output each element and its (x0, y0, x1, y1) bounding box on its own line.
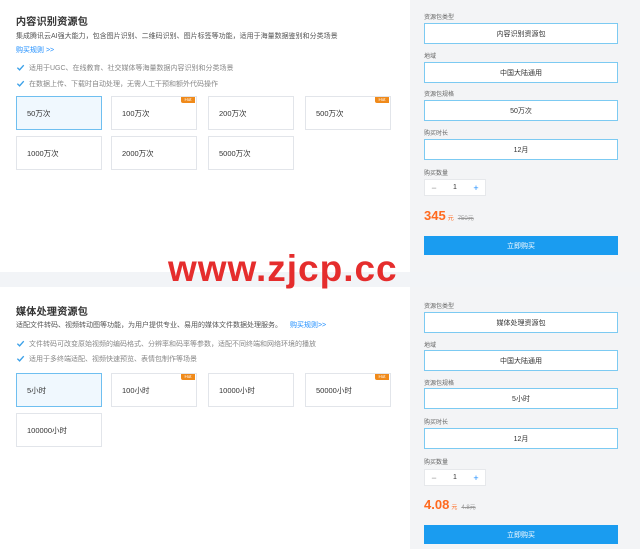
feature-item: 文件转码可改变原始视频的编码格式、分辨率和码率等参数，适配不同终端和网络环境的播… (16, 338, 316, 349)
plus-button[interactable]: + (467, 470, 485, 485)
spec-option-5000w[interactable]: 5000万次 (208, 136, 294, 170)
spec-label: 资源包规格 (424, 381, 455, 387)
type-label: 资源包类型 (424, 15, 455, 21)
section-title: 内容识别资源包 (16, 17, 89, 28)
feature-item: 适用于UGC、在线教育、社交媒体等海量数据内容识别和分类场景 (16, 62, 234, 73)
option-label: 200万次 (219, 108, 247, 118)
type-select[interactable]: 媒体处理资源包 (424, 312, 618, 333)
section-desc: 适配文件转码、视频转动图等功能，为用户提供专业、易用的媒体文件数据处理服务。 购… (16, 321, 326, 331)
region-select[interactable]: 中国大陆通用 (424, 62, 618, 83)
spec-option-500w[interactable]: 500万次 Hot (305, 96, 391, 130)
duration-label: 购买时长 (424, 131, 449, 137)
option-label: 50000小时 (316, 385, 352, 395)
spec-option-5h[interactable]: 5小时 (16, 373, 102, 407)
buy-now-button[interactable]: 立即购买 (424, 525, 618, 544)
quantity-value[interactable]: 1 (443, 474, 467, 481)
spec-select[interactable]: 50万次 (424, 100, 618, 121)
feature-item: 在数据上传、下载时自动处理，无需人工干预和额外代码操作 (16, 78, 218, 89)
hot-badge: Hot (181, 374, 195, 380)
check-icon (16, 64, 25, 71)
hot-badge: Hot (181, 97, 195, 103)
feature-item: 适用于多终端适配、视频快速预览、表情包制作等场景 (16, 353, 197, 364)
quantity-label: 购买数量 (424, 460, 449, 466)
price-display: 345 元 750元 (424, 208, 474, 223)
spec-option-100000h[interactable]: 100000小时 (16, 413, 102, 447)
original-price: 750元 (457, 216, 474, 222)
price-display: 4.08 元 4.8元 (424, 497, 476, 512)
quantity-label: 购买数量 (424, 171, 449, 177)
feature-text: 在数据上传、下载时自动处理，无需人工干预和额外代码操作 (29, 80, 218, 88)
region-label: 地域 (424, 54, 437, 60)
media-processing-info: 媒体处理资源包 适配文件转码、视频转动图等功能，为用户提供专业、易用的媒体文件数… (0, 287, 410, 549)
type-label: 资源包类型 (424, 304, 455, 310)
option-label: 500万次 (316, 108, 344, 118)
option-label: 100小时 (122, 385, 150, 395)
spec-option-100w[interactable]: 100万次 Hot (111, 96, 197, 130)
hot-badge: Hot (375, 374, 389, 380)
spec-option-50000h[interactable]: 50000小时 Hot (305, 373, 391, 407)
option-label: 10000小时 (219, 385, 255, 395)
feature-text: 适用于UGC、在线教育、社交媒体等海量数据内容识别和分类场景 (29, 64, 234, 72)
quantity-stepper: − 1 + (424, 469, 486, 486)
option-label: 2000万次 (122, 148, 154, 158)
spec-select[interactable]: 5小时 (424, 388, 618, 409)
spec-option-50w[interactable]: 50万次 (16, 96, 102, 130)
buy-now-button[interactable]: 立即购买 (424, 236, 618, 255)
feature-text: 适用于多终端适配、视频快速预览、表情包制作等场景 (29, 355, 197, 363)
minus-button[interactable]: − (425, 180, 443, 195)
region-select[interactable]: 中国大陆通用 (424, 350, 618, 371)
hot-badge: Hot (375, 97, 389, 103)
minus-button[interactable]: − (425, 470, 443, 485)
page: 内容识别资源包 集成腾讯云AI强大能力，包含图片识别、二维码识别、图片标签等功能… (0, 0, 640, 549)
media-processing-section: 媒体处理资源包 适配文件转码、视频转动图等功能，为用户提供专业、易用的媒体文件数… (0, 287, 640, 549)
option-label: 100000小时 (27, 425, 68, 435)
feature-text: 文件转码可改变原始视频的编码格式、分辨率和码率等参数，适配不同终端和网络环境的播… (29, 340, 316, 348)
spec-option-10000h[interactable]: 10000小时 (208, 373, 294, 407)
option-label: 1000万次 (27, 148, 59, 158)
check-icon (16, 340, 25, 347)
option-label: 5000万次 (219, 148, 251, 158)
content-recognition-section: 内容识别资源包 集成腾讯云AI强大能力，包含图片识别、二维码识别、图片标签等功能… (0, 0, 640, 272)
quantity-value[interactable]: 1 (443, 184, 467, 191)
media-processing-order-panel: 资源包类型 媒体处理资源包 地域 中国大陆通用 资源包规格 5小时 购买时长 1… (410, 287, 640, 549)
purchase-rules-link[interactable]: 购买规则>> (290, 322, 326, 329)
quantity-stepper: − 1 + (424, 179, 486, 196)
content-recognition-info: 内容识别资源包 集成腾讯云AI强大能力，包含图片识别、二维码识别、图片标签等功能… (0, 0, 410, 272)
section-title: 媒体处理资源包 (16, 307, 89, 318)
option-label: 50万次 (27, 108, 51, 118)
section-desc-text: 适配文件转码、视频转动图等功能，为用户提供专业、易用的媒体文件数据处理服务。 (16, 322, 282, 329)
purchase-rules-link[interactable]: 购买规则 >> (16, 45, 54, 55)
option-label: 100万次 (122, 108, 150, 118)
type-select[interactable]: 内容识别资源包 (424, 23, 618, 44)
spec-option-2000w[interactable]: 2000万次 (111, 136, 197, 170)
section-desc: 集成腾讯云AI强大能力，包含图片识别、二维码识别、图片标签等功能，适用于海量数据… (16, 33, 338, 40)
price-unit: 元 (447, 216, 454, 222)
spec-option-1000w[interactable]: 1000万次 (16, 136, 102, 170)
duration-select[interactable]: 12月 (424, 139, 618, 160)
price-value: 4.08 (424, 497, 450, 512)
original-price: 4.8元 (461, 505, 476, 511)
price-unit: 元 (451, 505, 458, 511)
region-label: 地域 (424, 343, 437, 349)
check-icon (16, 355, 25, 362)
spec-option-200w[interactable]: 200万次 (208, 96, 294, 130)
duration-select[interactable]: 12月 (424, 428, 618, 449)
watermark-text: www.zjcp.cc (168, 248, 398, 289)
price-value: 345 (424, 208, 446, 223)
spec-option-100h[interactable]: 100小时 Hot (111, 373, 197, 407)
duration-label: 购买时长 (424, 420, 449, 426)
plus-button[interactable]: + (467, 180, 485, 195)
check-icon (16, 80, 25, 87)
content-recognition-order-panel: 资源包类型 内容识别资源包 地域 中国大陆通用 资源包规格 50万次 购买时长 … (410, 0, 640, 272)
option-label: 5小时 (27, 385, 47, 395)
spec-label: 资源包规格 (424, 92, 455, 98)
